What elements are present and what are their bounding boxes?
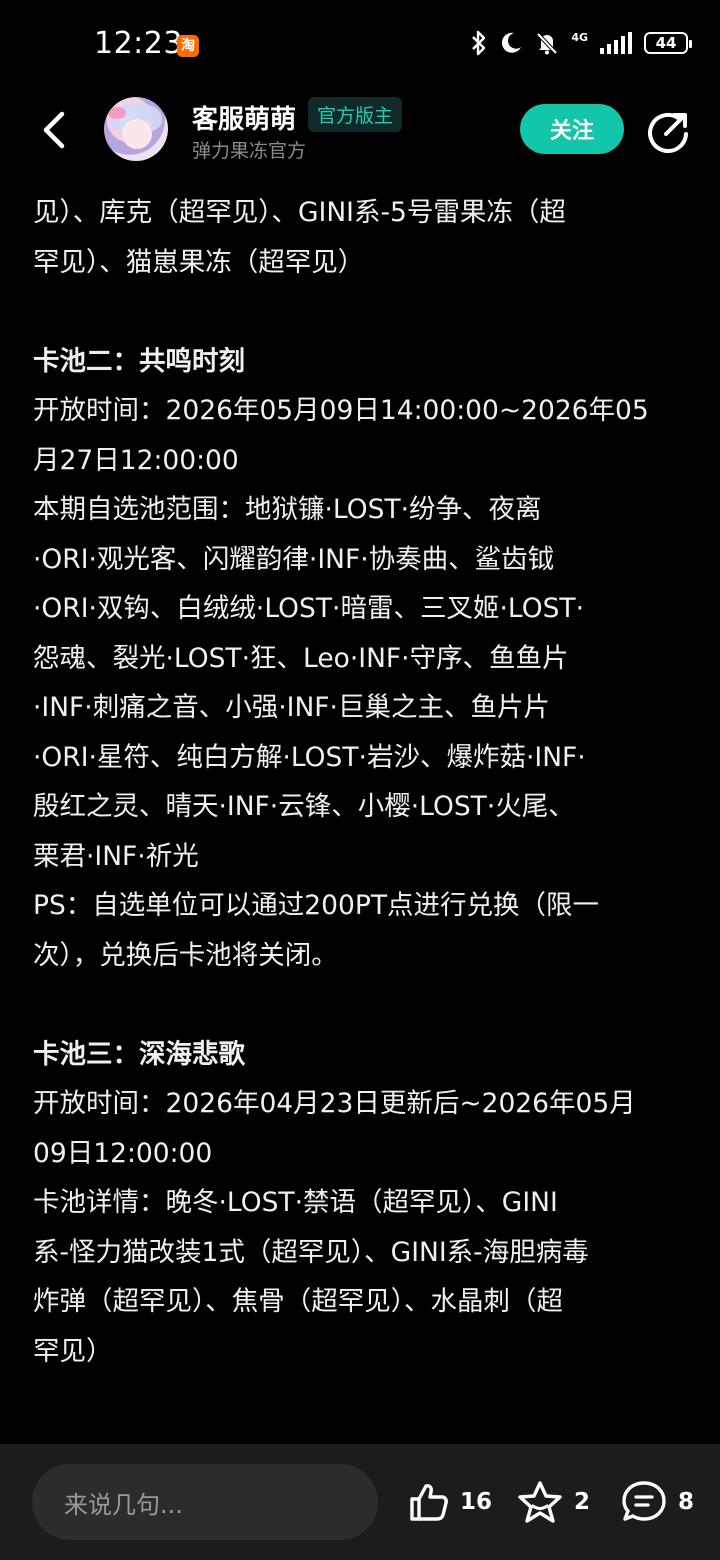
content-line: 炸弹（超罕见）、焦骨（超罕见）、水晶刺（超 (33, 1286, 563, 1317)
content-line: 栗君·INF·祈光 (33, 840, 199, 872)
author-subtitle: 弹力果冻官方 (192, 140, 307, 162)
network-type: 4G (571, 30, 588, 44)
content-line: 罕见） (33, 1335, 113, 1367)
content-line: 殷红之灵、晴天·INF·云锋、小樱·LOST·火尾、 (33, 791, 575, 822)
official-badge: 官方版主 (308, 97, 403, 132)
comment-button[interactable]: 8 (620, 1478, 694, 1526)
content-line: ·ORI·双钩、白绒绒·LOST·暗雷、三叉姬·LOST· (33, 593, 585, 624)
content-line: ·INF·刺痛之音、小强·INF·巨巢之主、鱼片片 (33, 692, 550, 723)
like-button[interactable]: 16 (406, 1478, 492, 1526)
status-time: 12:23 (94, 26, 183, 61)
content-line: 怨魂、裂光·LOST·狂、Leo·INF·守序、鱼鱼片 (33, 642, 569, 674)
section-heading: 卡池三：深海悲歌 (33, 1038, 245, 1070)
bluetooth-icon (472, 30, 486, 56)
avatar[interactable] (104, 97, 168, 161)
content-line: 系-怪力猫改装1式（超罕见）、GINI系-海胆病毒 (33, 1236, 589, 1268)
content-line: 开放时间：2026年04月23日更新后~2026年05月 (33, 1088, 636, 1119)
content-line: 见）、库克（超罕见）、GINI系-5号雷果冻（超 (33, 197, 566, 228)
battery-icon: 44 (644, 32, 692, 54)
back-arrow-icon[interactable] (36, 108, 72, 152)
content-line: 月27日12:00:00 (33, 444, 239, 476)
like-count: 16 (460, 1489, 493, 1515)
content-line: ·ORI·星符、纯白方解·LOST·岩沙、爆炸菇·INF· (33, 741, 586, 773)
content-line: 次），兑换后卡池将关闭。 (33, 939, 338, 971)
like-icon (410, 1484, 448, 1521)
battery-level: 44 (655, 34, 677, 52)
share-icon[interactable] (644, 108, 692, 156)
taobao-notification-icon: 淘 (177, 35, 199, 57)
comment-input[interactable]: 来说几句... (32, 1464, 378, 1540)
content-line: 09日12:00:00 (33, 1137, 213, 1169)
mute-icon (536, 32, 558, 55)
content-line: ·ORI·观光客、闪耀韵律·INF·协奏曲、鲨齿钺 (33, 543, 555, 575)
content-line: 罕见）、猫崽果冻（超罕见） (33, 246, 365, 278)
post-header: 客服萌萌 官方版主 弹力果冻官方 关注 (0, 92, 720, 172)
author-name[interactable]: 客服萌萌 (192, 99, 296, 136)
content-line: 卡池详情：晚冬·LOST·禁语（超罕见）、GINI (33, 1187, 558, 1218)
favorite-count: 2 (574, 1489, 591, 1515)
content-line: 本期自选池范围：地狱镰·LOST·纷争、夜离 (33, 494, 542, 525)
status-icons: 4G 44 (471, 30, 692, 56)
content-line: PS：自选单位可以通过200PT点进行兑换（限一 (33, 890, 600, 921)
follow-button[interactable]: 关注 (520, 104, 624, 154)
bottom-action-bar: 来说几句... 16 2 8 (0, 1444, 720, 1560)
moon-icon (502, 32, 522, 53)
favorite-star-icon (518, 1481, 562, 1523)
content-line: 开放时间：2026年05月09日14:00:00~2026年05 (33, 395, 649, 426)
comment-count: 8 (678, 1489, 695, 1515)
status-bar: 12:23 淘 4G 44 (0, 0, 720, 92)
signal-icon (600, 32, 632, 54)
section-heading: 卡池二：共鸣时刻 (33, 345, 245, 377)
favorite-button[interactable]: 2 (516, 1478, 590, 1526)
comment-icon (622, 1481, 666, 1521)
post-content: 见）、库克（超罕见）、GINI系-5号雷果冻（超 罕见）、猫崽果冻（超罕见） 卡池二… (33, 188, 688, 1376)
